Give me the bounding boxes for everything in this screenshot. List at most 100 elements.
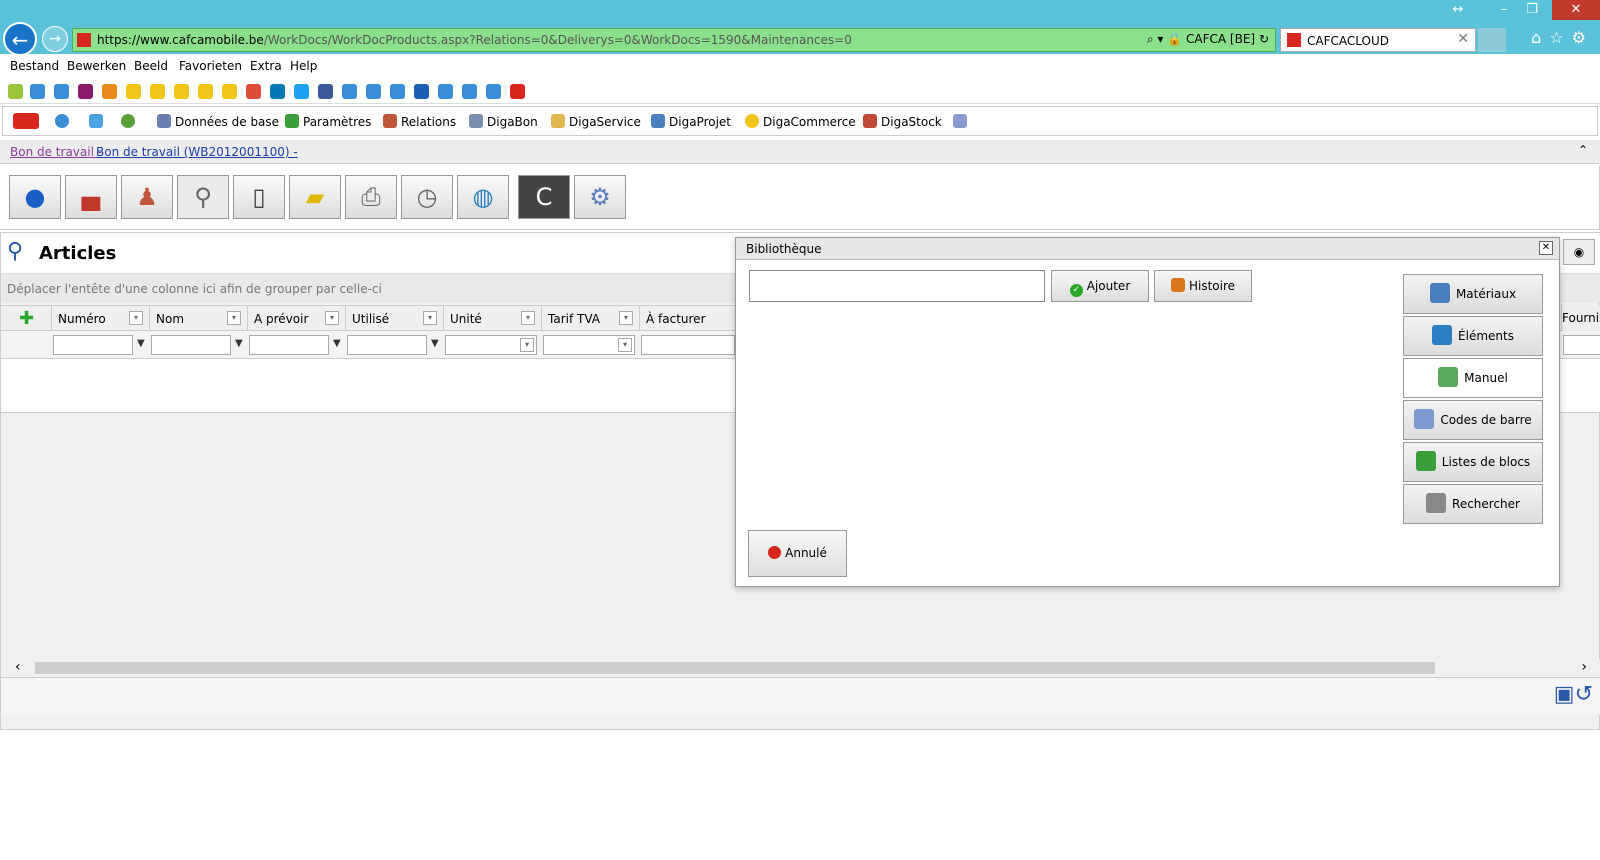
fav-cafca-icon[interactable] (510, 84, 525, 99)
history-button[interactable]: Histoire (1154, 270, 1252, 302)
fav-yellow-icon[interactable] (222, 84, 237, 99)
search-icon[interactable]: ⌕ ▾ (1147, 32, 1164, 46)
column-menu-icon[interactable]: ▾ (325, 311, 339, 325)
vehicle-button[interactable]: ▄ (65, 175, 117, 219)
toolbar-digabon[interactable]: DigaBon (469, 114, 538, 129)
toolbar-parametres[interactable]: Paramètres (285, 114, 371, 129)
fav-ie-icon[interactable] (390, 84, 405, 99)
add-row-icon[interactable]: ✚ (19, 308, 34, 329)
resize-icon[interactable]: ↔ (1444, 0, 1472, 20)
globe-icon[interactable] (55, 114, 69, 128)
refresh-icon[interactable]: ↻ (1259, 32, 1269, 46)
menu-bewerken[interactable]: Bewerken (67, 59, 126, 73)
column-header-a-facturer[interactable]: À facturer (639, 306, 737, 332)
favorites-star-icon[interactable] (8, 84, 23, 99)
forward-button[interactable]: → (42, 26, 68, 52)
scroll-left-icon[interactable]: ‹ (15, 659, 21, 675)
column-header-a-prevoir[interactable]: A prévoir ▾ (247, 306, 345, 332)
sync-icon[interactable] (89, 114, 103, 128)
column-menu-icon[interactable]: ▾ (129, 311, 143, 325)
gear-icon[interactable]: ⚙ (1572, 28, 1594, 47)
column-menu-icon[interactable]: ▾ (619, 311, 633, 325)
toolbar-digacommerce[interactable]: DigaCommerce (745, 114, 856, 129)
fav-twitter-icon[interactable] (294, 84, 309, 99)
side-button-listes-de-blocs[interactable]: Listes de blocs (1403, 442, 1543, 482)
menu-bestand[interactable]: Bestand (10, 59, 59, 73)
time-button[interactable]: ◷ (401, 175, 453, 219)
filter-input-fourniss[interactable] (1563, 335, 1600, 355)
lock-icon[interactable]: 🔒 (1167, 32, 1182, 46)
save-icon[interactable]: ▣ (1554, 682, 1575, 707)
menu-extra[interactable]: Extra (250, 59, 282, 73)
filter-input-a-facturer[interactable] (641, 335, 735, 355)
print-button[interactable]: ⎙ (345, 175, 397, 219)
library-search-input[interactable] (749, 270, 1045, 302)
horizontal-scrollbar[interactable]: ‹ › (1, 659, 1600, 677)
fav-yellow-icon[interactable] (126, 84, 141, 99)
browser-tab[interactable]: CAFCACLOUD ✕ (1280, 28, 1476, 52)
column-menu-icon[interactable]: ▾ (423, 311, 437, 325)
filter-icon[interactable]: ▼ (333, 338, 341, 349)
filter-input-a-prevoir[interactable] (249, 335, 329, 355)
fav-ie-icon[interactable] (54, 84, 69, 99)
site-identity[interactable]: CAFCA [BE] (1186, 32, 1255, 46)
toolbar-digaservice[interactable]: DigaService (551, 114, 641, 129)
breadcrumb-link-2[interactable]: Bon de travail (WB2012001100) - (96, 145, 298, 159)
fav-ie-icon[interactable] (366, 84, 381, 99)
toolbar-digastock[interactable]: DigaStock (863, 114, 942, 129)
address-bar[interactable]: https://www.cafcamobile.be/WorkDocs/Work… (72, 28, 1276, 52)
checklist-icon[interactable] (953, 114, 967, 128)
tab-close-icon[interactable]: ✕ (1457, 31, 1469, 47)
fav-googleplus-icon[interactable] (246, 84, 261, 99)
add-button[interactable]: ✓ Ajouter (1051, 270, 1149, 302)
dropdown-arrow-icon[interactable]: ▾ (618, 338, 632, 352)
user-icon[interactable] (121, 114, 135, 128)
fav-yellow-icon[interactable] (150, 84, 165, 99)
filter-input-numero[interactable] (53, 335, 133, 355)
column-menu-icon[interactable]: ▾ (227, 311, 241, 325)
filter-select-tarif-tva[interactable]: ▾ (543, 335, 635, 355)
fav-ie-icon[interactable] (30, 84, 45, 99)
side-button-rechercher[interactable]: Rechercher (1403, 484, 1543, 524)
star-icon[interactable]: ☆ (1549, 28, 1571, 47)
fav-ie-icon[interactable] (438, 84, 453, 99)
document-button[interactable]: ▯ (233, 175, 285, 219)
side-button-materiaux[interactable]: Matériaux (1403, 274, 1543, 314)
fav-orange-icon[interactable] (102, 84, 117, 99)
fav-yellow-icon[interactable] (174, 84, 189, 99)
info-button[interactable]: ● (9, 175, 61, 219)
filter-input-utilise[interactable] (347, 335, 427, 355)
person-button[interactable]: ♟ (121, 175, 173, 219)
fav-h-icon[interactable] (78, 84, 93, 99)
dialog-close-icon[interactable]: ✕ (1539, 241, 1553, 255)
menu-favorieten[interactable]: Favorieten (179, 59, 242, 73)
side-button-manuel[interactable]: Manuel (1403, 358, 1543, 398)
column-header-numero[interactable]: Numéro ▾ (51, 306, 149, 332)
scrollbar-thumb[interactable] (35, 662, 1435, 674)
cafca-logo[interactable] (13, 113, 39, 129)
breadcrumb-link-1[interactable]: Bon de travail - (10, 145, 102, 159)
toolbar-digaprojet[interactable]: DigaProjet (651, 114, 731, 129)
filter-icon[interactable]: ▼ (431, 338, 439, 349)
toolbar-relations[interactable]: Relations (383, 114, 456, 129)
fav-facebook-icon[interactable] (318, 84, 333, 99)
web-button[interactable]: ◍ (457, 175, 509, 219)
articles-button[interactable]: ⚲ (177, 175, 229, 219)
close-window-button[interactable]: ✕ (1552, 0, 1600, 20)
column-header-fourniss[interactable]: Fourniss (1561, 305, 1600, 331)
column-menu-icon[interactable]: ▾ (521, 311, 535, 325)
scroll-right-icon[interactable]: › (1581, 659, 1587, 675)
dropdown-arrow-icon[interactable]: ▾ (520, 338, 534, 352)
menu-help[interactable]: Help (290, 59, 317, 73)
fav-ie-icon[interactable] (342, 84, 357, 99)
toolbar-donnees-de-base[interactable]: Données de base (157, 114, 279, 129)
restore-button[interactable]: ❐ (1518, 0, 1546, 20)
cancel-button[interactable]: Annulé (748, 530, 847, 577)
column-header-tarif-tva[interactable]: Tarif TVA ▾ (541, 306, 639, 332)
folder-button[interactable]: ▰ (289, 175, 341, 219)
fav-ie-icon[interactable] (462, 84, 477, 99)
side-button-elements[interactable]: Éléments (1403, 316, 1543, 356)
new-tab-button[interactable] (1478, 28, 1506, 52)
minimize-button[interactable]: – (1490, 0, 1518, 20)
column-header-unite[interactable]: Unité ▾ (443, 306, 541, 332)
